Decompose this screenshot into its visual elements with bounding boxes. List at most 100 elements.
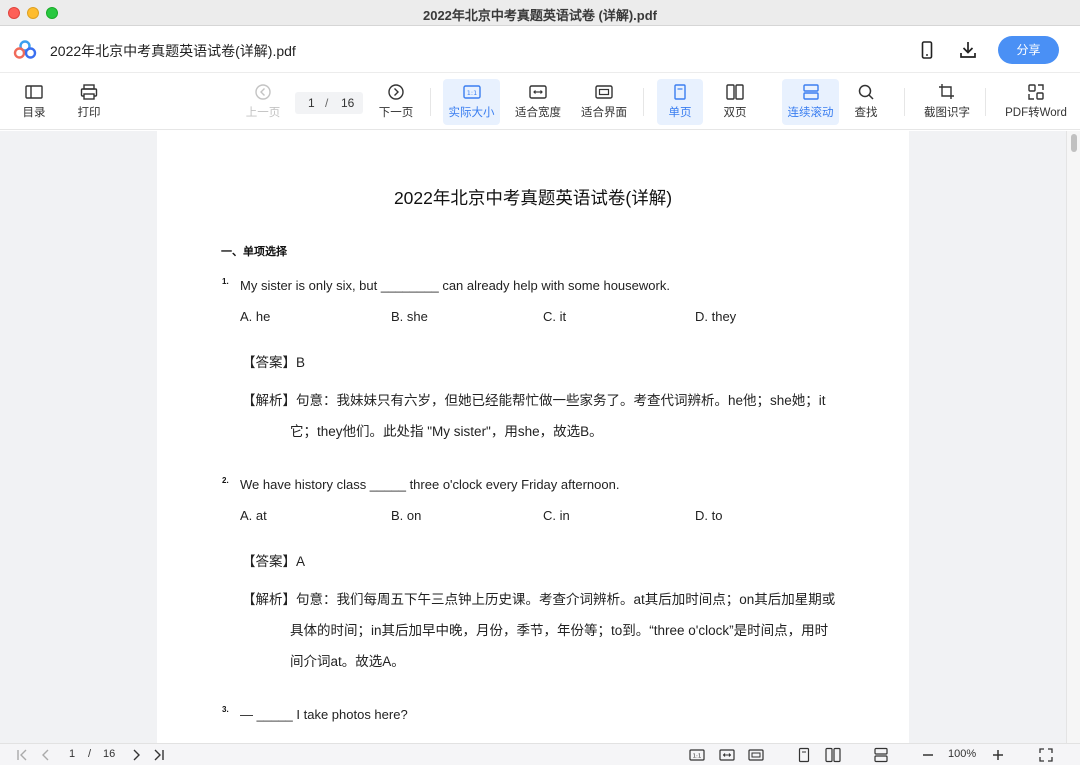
- section-heading: 一、单项选择: [221, 246, 287, 258]
- fit-width-button[interactable]: 适合宽度: [511, 79, 565, 125]
- explanation-line: 间介词at。故选A。: [290, 654, 405, 669]
- fit-page-icon[interactable]: [748, 747, 764, 763]
- question-number: 2.: [222, 476, 229, 485]
- status-page-separator: /: [88, 748, 92, 760]
- fit-width-label: 适合宽度: [515, 107, 561, 119]
- continuous-scroll-icon: [802, 84, 819, 100]
- fit-page-button[interactable]: 适合界面: [577, 79, 631, 125]
- explanation-line: 它；they他们。此处指 "My sister"，用she，故选B。: [290, 424, 603, 439]
- document-viewport[interactable]: 2022年北京中考真题英语试卷(详解) 一、单项选择 1. My sister …: [0, 131, 1080, 743]
- pdf-to-word-label: PDF转Word: [1005, 107, 1067, 119]
- answer: 【答案】B: [242, 355, 306, 370]
- option: A. he: [240, 309, 271, 324]
- actual-size-icon[interactable]: 1:1: [689, 747, 705, 763]
- page-number-input[interactable]: 1 / 16: [295, 92, 363, 114]
- chevron-left-circle-icon: [255, 84, 271, 100]
- question-text: We have history class _____ three o'cloc…: [240, 477, 620, 492]
- actual-size-label: 实际大小: [448, 107, 495, 119]
- toc-label: 目录: [22, 107, 46, 119]
- status-current-page[interactable]: 1: [69, 748, 75, 760]
- mobile-icon[interactable]: [916, 39, 938, 61]
- option: D. to: [695, 508, 723, 523]
- option: C. in: [543, 508, 570, 523]
- toolbar-divider: [430, 88, 431, 116]
- zoom-level[interactable]: 100%: [948, 748, 976, 760]
- find-button[interactable]: 查找: [846, 79, 886, 125]
- prev-page-icon[interactable]: [39, 747, 53, 763]
- find-label: 查找: [854, 107, 878, 119]
- question-text: — _____ I take photos here?: [240, 707, 408, 722]
- explanation-line: 【解析】句意：我妹妹只有六岁，但她已经能帮忙做一些家务了。考查代词辨析。he他；…: [242, 393, 826, 408]
- last-page-icon[interactable]: [152, 747, 166, 763]
- single-page-label: 单页: [668, 107, 692, 119]
- single-page-icon[interactable]: [796, 747, 812, 763]
- zoom-in-icon[interactable]: [991, 747, 1005, 763]
- fit-width-icon[interactable]: [719, 747, 735, 763]
- total-pages: 16: [341, 96, 355, 110]
- two-page-button[interactable]: 双页: [713, 79, 757, 125]
- download-icon[interactable]: [957, 39, 979, 61]
- question-text: My sister is only six, but ________ can …: [240, 278, 670, 293]
- search-icon: [858, 84, 874, 100]
- scrollbar-thumb[interactable]: [1071, 134, 1077, 152]
- document-title: 2022年北京中考真题英语试卷(详解).pdf: [50, 43, 296, 59]
- explanation-line: 具体的时间；in其后加早中晚，月份，季节，年份等；to到。“three o'cl…: [290, 623, 829, 638]
- two-page-label: 双页: [723, 107, 747, 119]
- option: B. she: [391, 309, 428, 324]
- single-page-icon: [674, 84, 686, 100]
- svg-text:1:1: 1:1: [693, 754, 702, 760]
- ocr-label: 截图识字: [924, 107, 970, 119]
- fit-page-icon: [595, 85, 613, 99]
- question-number: 1.: [222, 277, 229, 286]
- toolbar-divider: [643, 88, 644, 116]
- two-page-icon[interactable]: [825, 747, 841, 763]
- toolbar-divider: [904, 88, 905, 116]
- fullscreen-icon[interactable]: [1038, 747, 1054, 763]
- toolbar-divider: [985, 88, 986, 116]
- status-bar: 1 / 16 1:1 100%: [0, 743, 1080, 765]
- fit-width-icon: [529, 85, 547, 99]
- current-page: 1: [308, 96, 315, 110]
- vertical-scrollbar[interactable]: [1066, 131, 1080, 743]
- option: A. at: [240, 508, 267, 523]
- toolbar: 目录 打印 上一页 1 / 16 下一页 1:1 实际大小 适合宽度 适合界面 …: [0, 74, 1080, 130]
- sidebar-icon: [25, 85, 43, 99]
- continuous-scroll-icon[interactable]: [873, 747, 889, 763]
- chevron-right-circle-icon: [388, 84, 404, 100]
- print-button[interactable]: 打印: [67, 79, 111, 125]
- option: D. they: [695, 309, 737, 324]
- page-title: 2022年北京中考真题英语试卷(详解): [393, 188, 673, 208]
- next-page-icon[interactable]: [129, 747, 143, 763]
- printer-icon: [80, 84, 98, 100]
- continuous-scroll-button[interactable]: 连续滚动: [782, 79, 839, 125]
- option: B. on: [391, 508, 422, 523]
- prev-page-button[interactable]: 上一页: [242, 79, 284, 125]
- ocr-button[interactable]: 截图识字: [920, 79, 974, 125]
- zoom-out-icon[interactable]: [921, 747, 935, 763]
- explanation-line: 【解析】句意：我们每周五下午三点钟上历史课。考查介词辨析。at其后加时间点；on…: [242, 592, 836, 607]
- page-separator: /: [325, 96, 329, 110]
- convert-icon: [1028, 84, 1044, 100]
- app-logo-icon: [13, 40, 37, 59]
- pdf-to-word-button[interactable]: PDF转Word: [1001, 79, 1071, 125]
- prev-page-label: 上一页: [245, 107, 281, 119]
- window-titlebar: 2022年北京中考真题英语试卷 (详解).pdf: [0, 0, 1080, 26]
- share-button[interactable]: 分享: [998, 36, 1059, 64]
- app-header: 2022年北京中考真题英语试卷(详解).pdf 分享: [0, 27, 1080, 73]
- continuous-scroll-label: 连续滚动: [787, 107, 834, 119]
- pdf-page: 2022年北京中考真题英语试卷(详解) 一、单项选择 1. My sister …: [157, 131, 909, 743]
- actual-size-button[interactable]: 1:1 实际大小: [443, 79, 500, 125]
- crop-icon: [939, 84, 954, 99]
- svg-text:1:1: 1:1: [466, 89, 476, 97]
- actual-size-icon: 1:1: [462, 85, 481, 99]
- first-page-icon[interactable]: [15, 747, 29, 763]
- next-page-button[interactable]: 下一页: [375, 79, 417, 125]
- question-number: 3.: [222, 705, 229, 714]
- print-label: 打印: [77, 107, 101, 119]
- single-page-button[interactable]: 单页: [657, 79, 703, 125]
- answer: 【答案】A: [242, 554, 306, 569]
- two-page-icon: [726, 84, 744, 100]
- fit-page-label: 适合界面: [581, 107, 627, 119]
- next-page-label: 下一页: [378, 107, 414, 119]
- toc-button[interactable]: 目录: [12, 79, 56, 125]
